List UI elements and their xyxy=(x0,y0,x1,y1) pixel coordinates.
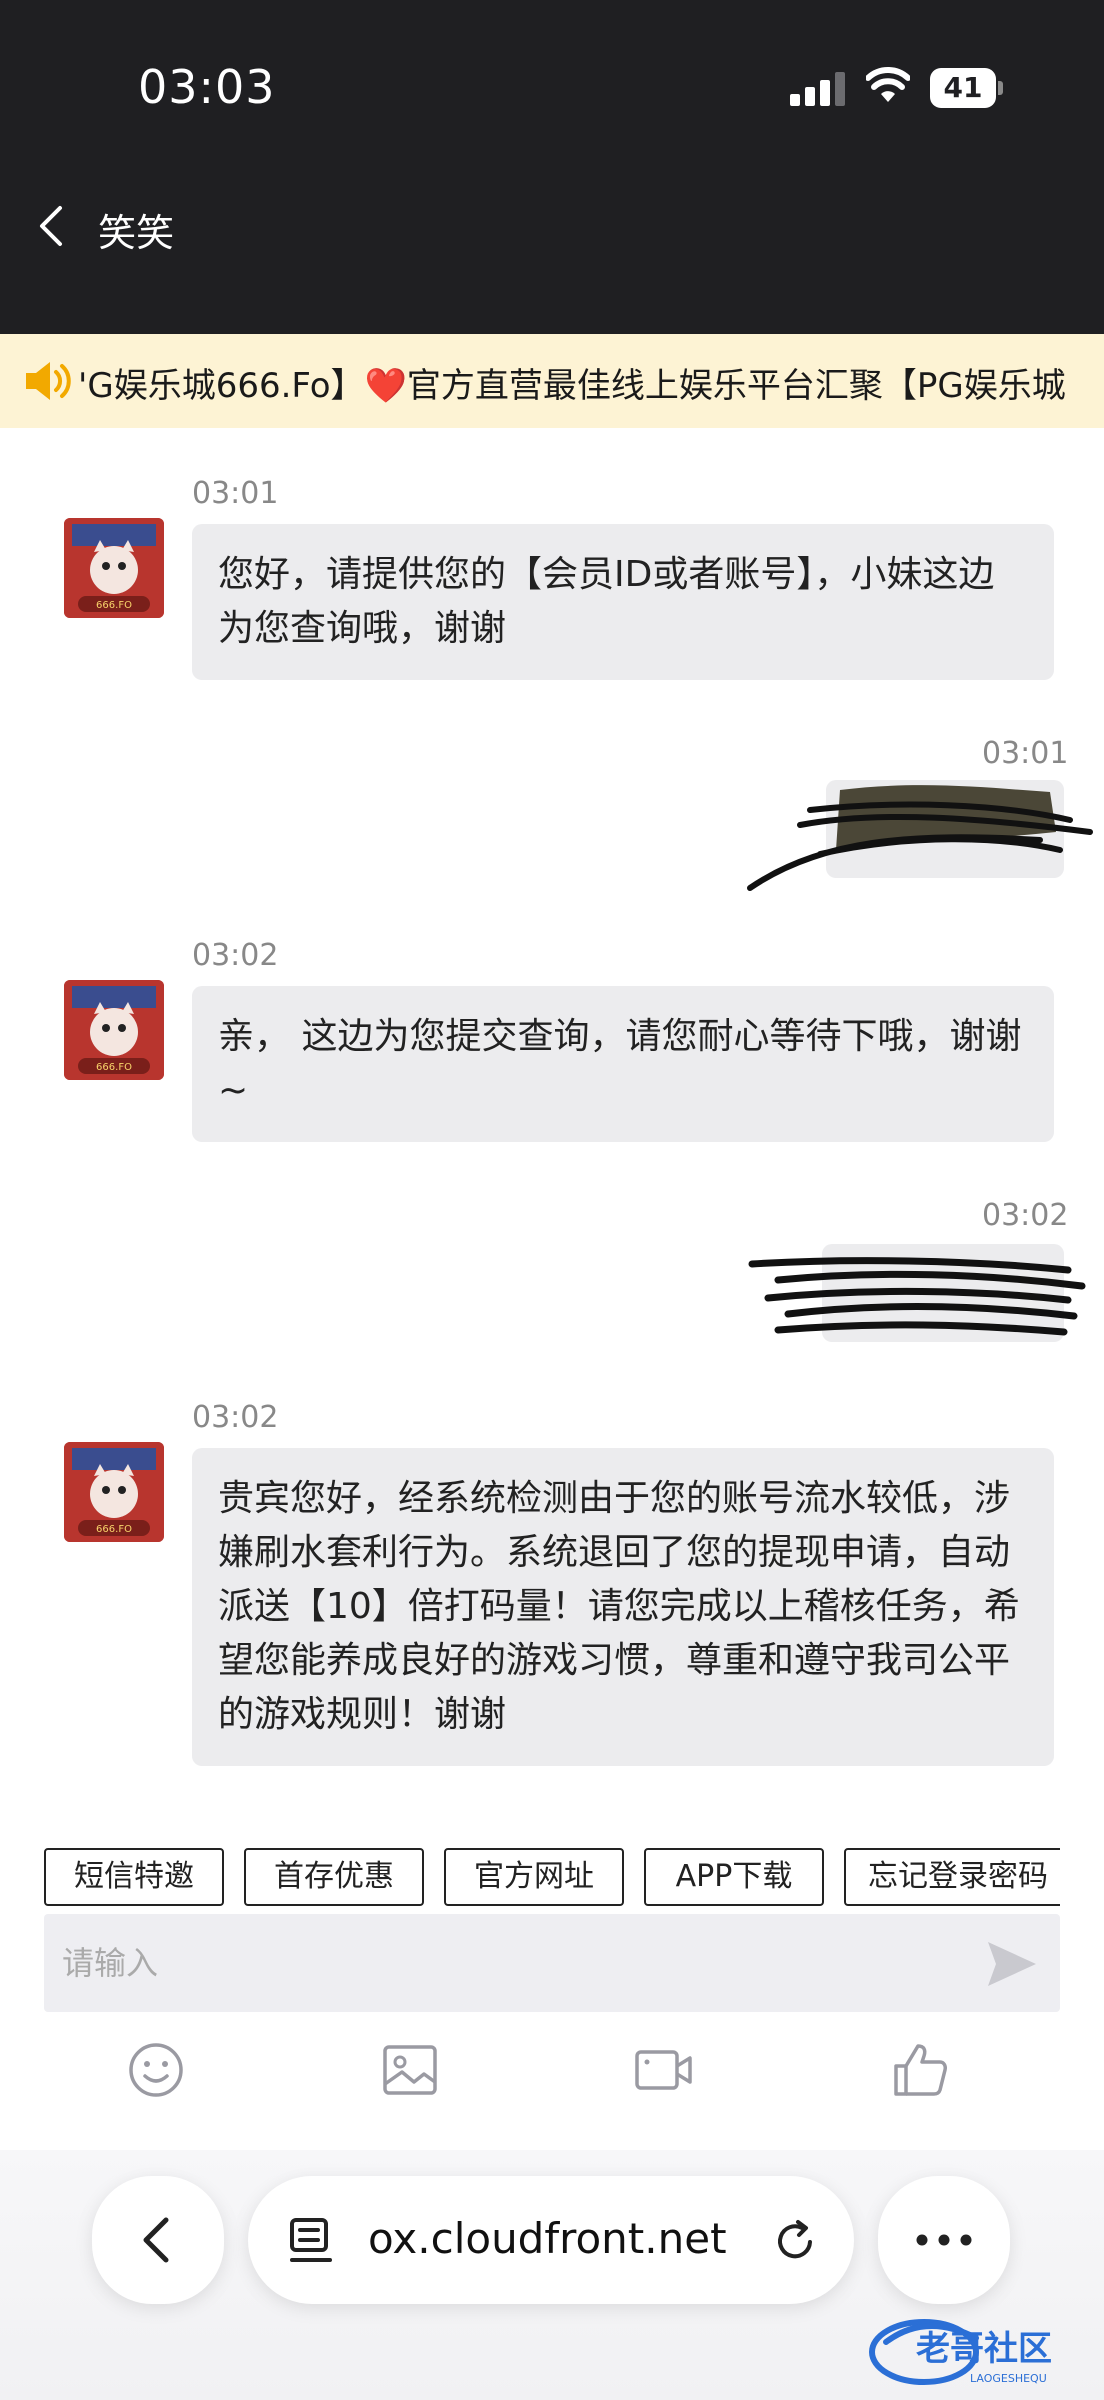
send-icon[interactable] xyxy=(984,1938,1040,1990)
video-icon[interactable] xyxy=(634,2040,694,2100)
watermark-logo: 老哥社区 LAOGESHEQU xyxy=(869,2319,1052,2385)
quick-reply-chip[interactable]: APP下载 xyxy=(644,1848,824,1906)
redaction-scribble xyxy=(747,785,1093,891)
quick-replies: 短信特邀 首存优惠 官方网址 APP下载 忘记登录密码 xyxy=(44,1848,1060,1910)
quick-reply-chip[interactable]: 短信特邀 xyxy=(44,1848,224,1906)
quick-reply-chip[interactable]: 官方网址 xyxy=(444,1848,624,1906)
cellular-signal-icon xyxy=(790,72,846,106)
reload-icon[interactable] xyxy=(772,2218,818,2264)
wifi-icon xyxy=(866,67,910,102)
page-menu-icon xyxy=(290,2218,332,2262)
status-time: 03:03 xyxy=(138,60,276,114)
svg-text:老哥社区: 老哥社区 xyxy=(916,2329,1052,2369)
heart-emoji: ❤️ xyxy=(364,366,407,406)
url-text: ox.cloudfront.net xyxy=(368,2214,727,2263)
browser-back-button[interactable] xyxy=(92,2176,224,2304)
battery-icon: 41 xyxy=(930,68,1004,108)
quick-reply-chip[interactable]: 首存优惠 xyxy=(244,1848,424,1906)
agent-avatar[interactable]: 666.FO xyxy=(64,980,164,1080)
battery-level: 41 xyxy=(943,71,983,104)
top-header: 03:03 41 笑笑 xyxy=(0,0,1104,334)
address-bar[interactable]: ox.cloudfront.net xyxy=(248,2176,854,2304)
incoming-message: 您好，请提供您的【会员ID或者账号】，小妹这边为您查询哦，谢谢 xyxy=(192,524,1054,680)
message-time: 03:02 xyxy=(982,1198,1069,1233)
message-time: 03:01 xyxy=(192,476,279,511)
contact-name: 笑笑 xyxy=(98,211,175,255)
announcement-banner[interactable]: 'G娱乐城666.Fo】❤️官方直营最佳线上娱乐平台汇聚【PG娱乐城 xyxy=(0,334,1104,428)
message-composer xyxy=(44,1914,1060,2012)
chevron-left-icon xyxy=(143,2217,169,2263)
message-input[interactable] xyxy=(62,1914,962,2012)
more-options-button[interactable] xyxy=(878,2176,1010,2304)
incoming-message: 亲， 这边为您提交查询，请您耐心等待下哦，谢谢~ xyxy=(192,986,1054,1142)
message-time: 03:02 xyxy=(192,1400,279,1435)
message-time: 03:01 xyxy=(982,736,1069,771)
quick-reply-chip[interactable]: 忘记登录密码 xyxy=(844,1848,1060,1906)
redaction-scribble xyxy=(748,1257,1086,1336)
thumbs-up-icon[interactable] xyxy=(890,2040,950,2100)
svg-text:666.FO: 666.FO xyxy=(96,1524,132,1535)
svg-text:666.FO: 666.FO xyxy=(96,600,132,611)
announcement-text: 'G娱乐城666.Fo】❤️官方直营最佳线上娱乐平台汇聚【PG娱乐城 xyxy=(78,366,1066,406)
image-icon[interactable] xyxy=(380,2040,440,2100)
agent-avatar[interactable]: 666.FO xyxy=(64,518,164,618)
incoming-message: 贵宾您好，经系统检测由于您的账号流水较低，涉嫌刷水套利行为。系统退回了您的提现申… xyxy=(192,1448,1054,1766)
more-icon xyxy=(916,2234,972,2246)
svg-text:666.FO: 666.FO xyxy=(96,1062,132,1073)
agent-avatar[interactable]: 666.FO xyxy=(64,1442,164,1542)
avatar-image: 666.FO xyxy=(64,980,164,1080)
speaker-icon xyxy=(26,362,71,400)
back-icon[interactable] xyxy=(36,204,66,248)
avatar-image: 666.FO xyxy=(64,1442,164,1542)
avatar-image: 666.FO xyxy=(64,518,164,618)
emoji-icon[interactable] xyxy=(126,2040,186,2100)
message-time: 03:02 xyxy=(192,938,279,973)
svg-text:LAOGESHEQU: LAOGESHEQU xyxy=(970,2372,1047,2385)
